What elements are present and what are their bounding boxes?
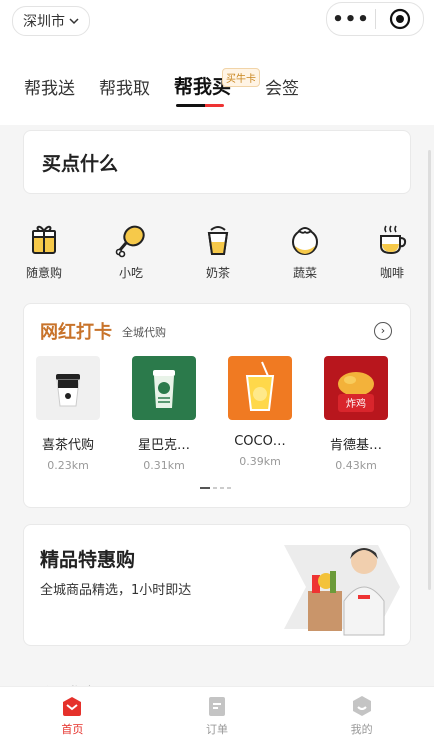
- nav-profile[interactable]: 我的: [289, 687, 434, 743]
- close-program-button[interactable]: [376, 8, 423, 30]
- store-heytea[interactable]: 喜茶代购 0.23km: [36, 356, 100, 472]
- promo-title: 精品特惠购: [40, 549, 136, 571]
- chevron-down-icon: [69, 18, 79, 25]
- category-any[interactable]: 随意购: [14, 222, 74, 281]
- heytea-logo: [36, 356, 100, 420]
- chevron-right-icon[interactable]: ›: [374, 322, 392, 340]
- nav-orders[interactable]: 订单: [145, 687, 290, 743]
- category-row: 随意购 小吃 奶茶 蔬菜 咖啡: [14, 222, 422, 281]
- city-label: 深圳市: [23, 14, 65, 30]
- active-tab-underline: [176, 104, 224, 107]
- orders-icon: [209, 697, 225, 716]
- milk-tea-icon: [207, 226, 229, 255]
- tab-sign[interactable]: 会签: [265, 74, 299, 99]
- tab-pickup[interactable]: 帮我取: [99, 74, 150, 99]
- promo-subtitle: 全城商品精选，1小时即达: [40, 583, 192, 598]
- courier-illustration: [284, 545, 400, 636]
- store-kfc[interactable]: 炸鸡 肯德基… 0.43km: [324, 356, 388, 472]
- bottom-navigation: 首页 订单 我的: [0, 686, 434, 743]
- home-icon: [63, 697, 82, 716]
- carousel-dots: [200, 487, 231, 489]
- svg-text:炸鸡: 炸鸡: [346, 397, 366, 410]
- service-tabs: 帮我送 帮我取 帮我买 会签: [24, 72, 323, 107]
- profile-icon: [352, 696, 371, 716]
- hot-section-title: 网红打卡: [40, 322, 112, 343]
- coco-logo: [228, 356, 292, 420]
- search-placeholder: 买点什么: [42, 153, 119, 175]
- vegetable-icon: [292, 227, 318, 255]
- store-coco[interactable]: COCO… 0.39km: [228, 356, 292, 472]
- tab-badge: 买牛卡: [222, 68, 260, 87]
- kfc-logo: 炸鸡: [324, 356, 388, 420]
- promo-card[interactable]: 精品特惠购 全城商品精选，1小时即达: [23, 524, 411, 646]
- mini-program-capsule: •••: [326, 2, 424, 36]
- category-milk-tea[interactable]: 奶茶: [188, 222, 248, 281]
- target-icon: [389, 8, 410, 30]
- store-list: 喜茶代购 0.23km 星巴克… 0.31km COCO… 0.39km 炸鸡 …: [36, 356, 388, 472]
- hot-section-subtitle: 全城代购: [122, 326, 166, 339]
- category-coffee[interactable]: 咖啡: [362, 222, 422, 281]
- gift-icon: [32, 225, 56, 254]
- category-vegetable[interactable]: 蔬菜: [275, 222, 335, 281]
- store-starbucks[interactable]: 星巴克… 0.31km: [132, 356, 196, 472]
- nav-home[interactable]: 首页: [0, 687, 145, 743]
- more-menu-button[interactable]: •••: [327, 9, 375, 30]
- drumstick-icon: [115, 225, 145, 258]
- category-snack[interactable]: 小吃: [101, 222, 161, 281]
- coffee-icon: [380, 225, 407, 255]
- hot-shops-card: 网红打卡 全城代购 › 喜茶代购 0.23km 星巴克… 0.31km COCO…: [23, 303, 411, 508]
- search-box[interactable]: 买点什么: [23, 130, 411, 194]
- tab-send[interactable]: 帮我送: [24, 74, 75, 99]
- city-selector[interactable]: 深圳市: [12, 6, 90, 36]
- scrollbar[interactable]: [428, 150, 431, 590]
- starbucks-logo: [132, 356, 196, 420]
